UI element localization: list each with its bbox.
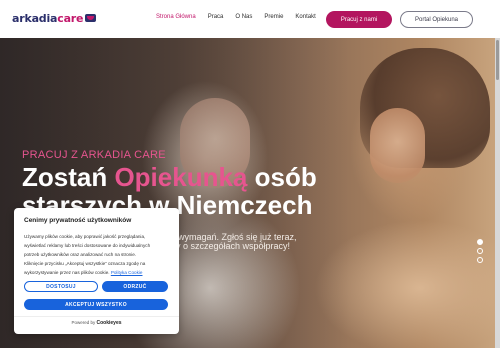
cookie-customize-button[interactable]: DOSTOSUJ — [24, 281, 98, 292]
nav-item-bonuses[interactable]: Premie — [264, 14, 283, 20]
site-header: arkadiacare Strona Główna Praca O Nas Pr… — [0, 0, 500, 38]
work-with-us-button[interactable]: Pracuj z nami — [326, 11, 392, 28]
cookie-title: Cenimy prywatność użytkowników — [24, 217, 132, 224]
cookie-powered-by: Powered by Cookieyes — [71, 320, 122, 326]
logo-wordmark: arkadiacare — [12, 12, 84, 25]
hero-subtitle-line: y o szczegółach współpracy! — [176, 241, 291, 251]
cookieyes-logo[interactable]: Cookieyes — [97, 320, 122, 326]
cookie-description: Używamy plików cookie, aby poprawić jako… — [24, 234, 151, 275]
nav-item-jobs[interactable]: Praca — [208, 14, 224, 20]
nav-item-about[interactable]: O Nas — [235, 14, 252, 20]
logo-badge-icon — [85, 13, 97, 22]
nav-item-home[interactable]: Strona Główna — [156, 14, 196, 20]
cookie-reject-button[interactable]: ODRZUĆ — [102, 281, 168, 292]
slider-dot[interactable] — [477, 248, 483, 254]
logo[interactable]: arkadiacare — [12, 12, 97, 25]
slider-dots — [477, 239, 483, 263]
main-nav: Strona Główna Praca O Nas Premie Kontakt — [156, 14, 328, 20]
divider — [14, 316, 179, 317]
nav-item-contact[interactable]: Kontakt — [295, 14, 315, 20]
hero-kicker: PRACUJ Z ARKADIA CARE — [22, 149, 166, 161]
cookie-consent-banner: Cenimy prywatność użytkowników Używamy p… — [14, 208, 179, 334]
slider-dot[interactable] — [477, 239, 483, 245]
cookie-policy-link[interactable]: Polityka Cookie — [111, 270, 143, 275]
cookie-accept-all-button[interactable]: AKCEPTUJ WSZYSTKO — [24, 299, 168, 310]
slider-dot[interactable] — [477, 257, 483, 263]
scrollbar-thumb[interactable] — [496, 40, 499, 80]
caregiver-portal-button[interactable]: Portal Opiekuna — [400, 11, 473, 28]
page-scrollbar[interactable] — [495, 38, 500, 348]
